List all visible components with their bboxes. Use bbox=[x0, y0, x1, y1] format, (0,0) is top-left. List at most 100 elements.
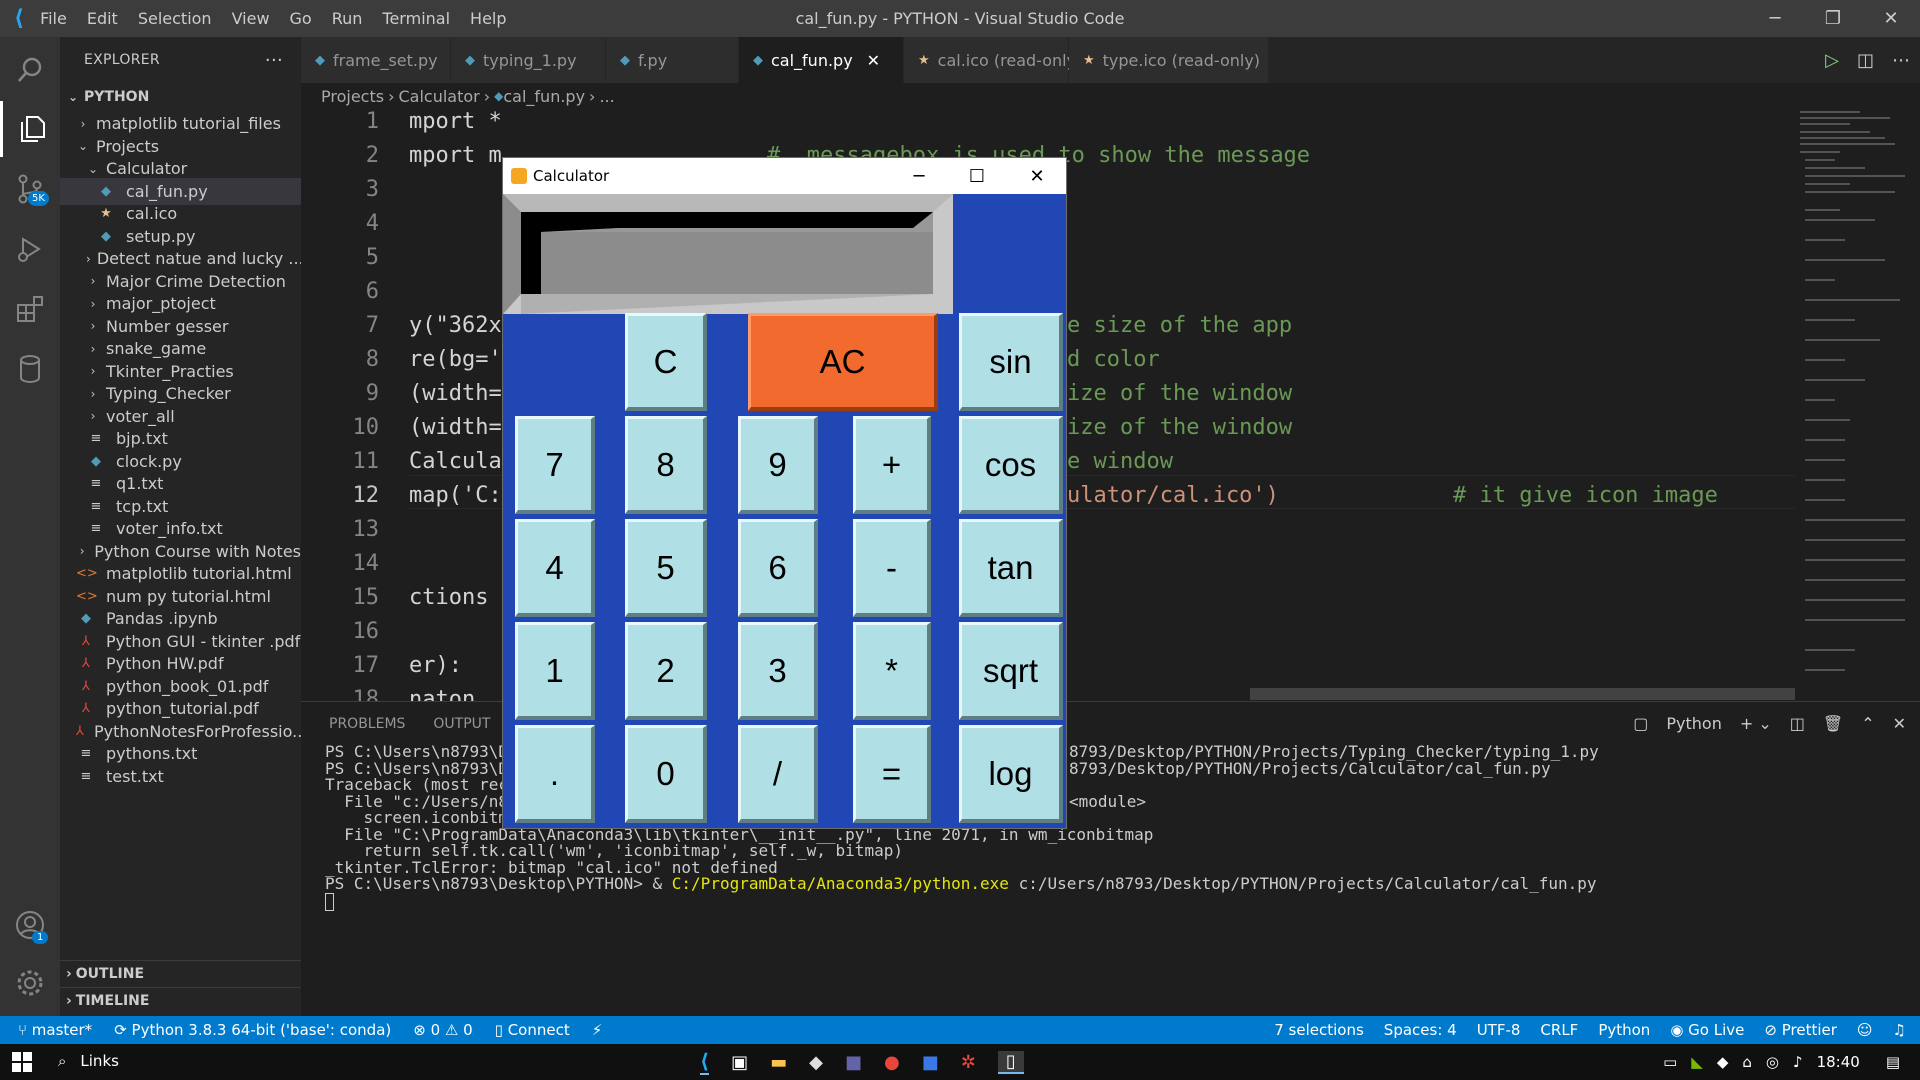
vscode-app-icon[interactable]: ⟨ bbox=[700, 1049, 710, 1075]
trash-icon[interactable]: 🗑 bbox=[1823, 714, 1843, 733]
panel-tab-output[interactable]: OUTPUT bbox=[433, 716, 490, 732]
menu-go[interactable]: Go bbox=[280, 9, 322, 28]
calculator-title-bar[interactable]: Calculator ─ ☐ ✕ bbox=[503, 158, 1066, 194]
taskbar-search[interactable]: ⌕ Links bbox=[58, 1052, 119, 1070]
files-icon[interactable] bbox=[0, 101, 60, 157]
network-icon[interactable]: ⌂ bbox=[1742, 1053, 1752, 1071]
status-item[interactable]: CRLF bbox=[1540, 1021, 1578, 1039]
calculator-maximize-button[interactable]: ☐ bbox=[948, 158, 1006, 194]
app-icon[interactable]: ■ bbox=[922, 1052, 939, 1073]
tab-frame-set-py[interactable]: ◆ frame_set.py bbox=[301, 37, 451, 83]
nvidia-icon[interactable]: ◣ bbox=[1691, 1053, 1703, 1071]
tray-icon[interactable]: ◆ bbox=[1717, 1053, 1729, 1071]
calculator-display[interactable] bbox=[503, 194, 1066, 314]
breadcrumb-item[interactable]: ... bbox=[599, 87, 614, 106]
tray-icon[interactable]: ▭ bbox=[1663, 1053, 1677, 1071]
calc-button-3[interactable]: 3 bbox=[738, 622, 818, 720]
calc-button-2[interactable]: 2 bbox=[625, 622, 707, 720]
panel-tab-problems[interactable]: PROBLEMS bbox=[329, 716, 405, 732]
calc-button-plus[interactable]: + bbox=[853, 416, 931, 514]
menu-terminal[interactable]: Terminal bbox=[372, 9, 460, 28]
menu-help[interactable]: Help bbox=[460, 9, 516, 28]
tab-f-py[interactable]: ◆ f.py bbox=[606, 37, 739, 83]
breadcrumb-item[interactable]: Projects bbox=[321, 87, 384, 106]
run-debug-icon[interactable] bbox=[0, 221, 60, 277]
new-terminal-button[interactable]: + ⌄ bbox=[1740, 714, 1772, 733]
close-panel-icon[interactable]: ✕ bbox=[1893, 714, 1906, 733]
store-app-icon[interactable]: ▣ bbox=[731, 1052, 748, 1073]
feedback-icon[interactable]: ☺ bbox=[1857, 1021, 1873, 1039]
app-icon[interactable]: ◆ bbox=[809, 1052, 823, 1073]
status-item[interactable]: ⊗ 0 ⚠ 0 bbox=[413, 1021, 472, 1039]
calculator-minimize-button[interactable]: ─ bbox=[890, 158, 948, 194]
calc-button-multiply[interactable]: * bbox=[853, 622, 931, 720]
calc-button-minus[interactable]: - bbox=[853, 519, 931, 617]
status-item[interactable]: UTF-8 bbox=[1477, 1021, 1521, 1039]
timeline-section[interactable]: › TIMELINE bbox=[60, 987, 301, 1014]
gear-icon[interactable] bbox=[0, 955, 60, 1011]
breadcrumb-item[interactable]: cal_fun.py bbox=[503, 87, 585, 106]
menu-view[interactable]: View bbox=[222, 9, 280, 28]
menu-file[interactable]: File bbox=[30, 9, 77, 28]
menu-edit[interactable]: Edit bbox=[77, 9, 128, 28]
tab-cal-ico[interactable]: ★ cal.ico (read-only) bbox=[904, 37, 1082, 83]
workspace-root[interactable]: ⌄ PYTHON bbox=[60, 83, 301, 110]
calc-button-6[interactable]: 6 bbox=[738, 519, 818, 617]
calc-button-sin[interactable]: sin bbox=[959, 313, 1063, 411]
status-item[interactable]: Python bbox=[1598, 1021, 1650, 1039]
calc-button-sqrt[interactable]: sqrt bbox=[959, 622, 1063, 720]
calc-button-4[interactable]: 4 bbox=[515, 519, 595, 617]
calc-button-7[interactable]: 7 bbox=[515, 416, 595, 514]
restore-button[interactable]: ❐ bbox=[1804, 0, 1862, 37]
lightning-icon[interactable]: ⚡ bbox=[592, 1021, 603, 1039]
status-item[interactable]: ▯ Connect bbox=[495, 1021, 570, 1039]
notepad-icon[interactable]: ▯ bbox=[997, 1050, 1024, 1074]
windows-start-icon[interactable] bbox=[12, 1052, 32, 1076]
outline-section[interactable]: › OUTLINE bbox=[60, 960, 301, 987]
close-icon[interactable]: ✕ bbox=[867, 51, 880, 70]
calc-button-divide[interactable]: / bbox=[738, 725, 818, 823]
tab-typing-1-py[interactable]: ◆ typing_1.py bbox=[451, 37, 606, 83]
calc-button-8[interactable]: 8 bbox=[625, 416, 707, 514]
calc-button-decimal[interactable]: . bbox=[515, 725, 595, 823]
file-item[interactable]: ≡ test.txt bbox=[60, 763, 301, 790]
menu-selection[interactable]: Selection bbox=[128, 9, 222, 28]
gear-app-icon[interactable]: ✲ bbox=[961, 1052, 976, 1073]
bell-icon[interactable]: ♫ bbox=[1893, 1021, 1906, 1039]
calc-button-ac[interactable]: AC bbox=[748, 313, 938, 411]
split-editor-icon[interactable]: ◫ bbox=[1857, 50, 1874, 71]
chrome-icon[interactable]: ● bbox=[884, 1052, 900, 1073]
minimize-button[interactable]: ─ bbox=[1746, 0, 1804, 37]
account-icon[interactable]: 1 bbox=[0, 897, 60, 953]
notifications-icon[interactable]: ▤ bbox=[1886, 1053, 1900, 1071]
calc-button-0[interactable]: 0 bbox=[625, 725, 707, 823]
terminal-cursor[interactable] bbox=[325, 892, 334, 911]
terminal-selector[interactable]: Python bbox=[1666, 714, 1721, 733]
calc-button-1[interactable]: 1 bbox=[515, 622, 595, 720]
search-icon[interactable] bbox=[0, 42, 60, 98]
status-item[interactable]: 7 selections bbox=[1274, 1021, 1364, 1039]
run-file-icon[interactable]: ▷ bbox=[1825, 50, 1839, 71]
maximize-panel-icon[interactable]: ⌃ bbox=[1861, 714, 1874, 733]
more-icon[interactable]: ⋯ bbox=[1892, 50, 1910, 71]
calc-button-log[interactable]: log bbox=[959, 725, 1063, 823]
close-window-button[interactable]: ✕ bbox=[1862, 0, 1920, 37]
file-explorer-icon[interactable]: ▬ bbox=[770, 1052, 787, 1073]
status-item[interactable]: ⟳ Python 3.8.3 64-bit ('base': conda) bbox=[114, 1021, 391, 1039]
tab-type-ico[interactable]: ★ type.ico (read-only) bbox=[1069, 37, 1269, 83]
clock[interactable]: 18:40 bbox=[1817, 1053, 1860, 1071]
globe-icon[interactable]: ◎ bbox=[1766, 1053, 1779, 1071]
horizontal-scrollbar[interactable] bbox=[1250, 688, 1795, 700]
source-control-icon[interactable]: 5K bbox=[0, 161, 60, 217]
calc-button-9[interactable]: 9 bbox=[738, 416, 818, 514]
calc-button-cos[interactable]: cos bbox=[959, 416, 1063, 514]
status-item[interactable]: ⊘ Prettier bbox=[1764, 1021, 1837, 1039]
calc-button-5[interactable]: 5 bbox=[625, 519, 707, 617]
breadcrumb-item[interactable]: Calculator bbox=[398, 87, 479, 106]
more-actions-button[interactable]: ··· bbox=[265, 50, 283, 71]
tab-cal-fun-py[interactable]: ◆ cal_fun.py ✕ bbox=[739, 37, 904, 83]
calc-button-c[interactable]: C bbox=[625, 313, 707, 411]
calc-button-equals[interactable]: = bbox=[853, 725, 931, 823]
extensions-icon[interactable] bbox=[0, 281, 60, 337]
volume-icon[interactable]: ♪ bbox=[1793, 1053, 1803, 1071]
